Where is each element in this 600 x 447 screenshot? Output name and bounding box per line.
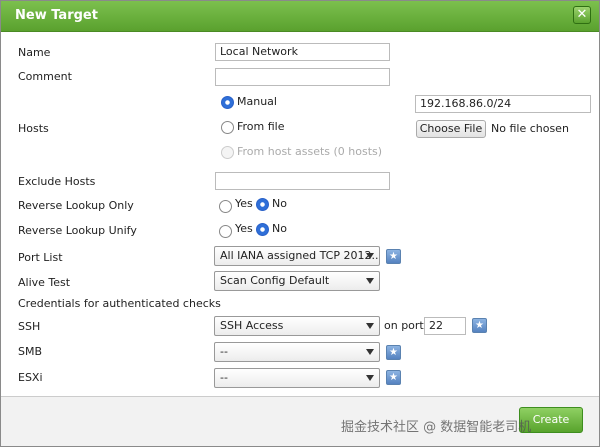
hosts-manual-label: Manual bbox=[237, 95, 277, 108]
smb-label: SMB bbox=[18, 345, 43, 358]
reverse-lookup-unify-yes-radio[interactable] bbox=[219, 225, 232, 238]
reverse-lookup-unify-no-label: No bbox=[272, 222, 287, 235]
ssh-credential-selected: SSH Access bbox=[220, 319, 284, 332]
new-target-dialog: New Target ✕ Name Local Network Comment … bbox=[0, 0, 600, 447]
alive-test-selected: Scan Config Default bbox=[220, 274, 330, 287]
chevron-down-icon bbox=[366, 278, 374, 284]
hosts-label: Hosts bbox=[18, 122, 49, 135]
new-smb-credential-icon[interactable]: ★ bbox=[386, 345, 401, 360]
alive-test-select[interactable]: Scan Config Default bbox=[214, 271, 380, 291]
ssh-on-port-label: on port bbox=[384, 319, 424, 332]
chevron-down-icon bbox=[366, 375, 374, 381]
comment-label: Comment bbox=[18, 70, 72, 83]
chevron-down-icon bbox=[366, 349, 374, 355]
reverse-lookup-only-label: Reverse Lookup Only bbox=[18, 199, 134, 212]
exclude-hosts-label: Exclude Hosts bbox=[18, 175, 96, 188]
reverse-lookup-only-yes-label: Yes bbox=[235, 197, 253, 210]
hosts-from-assets-label: From host assets (0 hosts) bbox=[237, 145, 383, 158]
smb-credential-select[interactable]: -- bbox=[214, 342, 380, 362]
hosts-manual-radio[interactable] bbox=[221, 96, 234, 109]
reverse-lookup-unify-no-radio[interactable] bbox=[256, 223, 269, 236]
dialog-title: New Target bbox=[15, 8, 98, 23]
chevron-down-icon bbox=[366, 253, 374, 259]
choose-file-button[interactable]: Choose File bbox=[416, 120, 486, 138]
reverse-lookup-only-no-radio[interactable] bbox=[256, 198, 269, 211]
chevron-down-icon bbox=[366, 323, 374, 329]
hosts-from-file-radio[interactable] bbox=[221, 121, 234, 134]
new-esxi-credential-icon[interactable]: ★ bbox=[386, 370, 401, 385]
no-file-chosen-text: No file chosen bbox=[491, 122, 569, 135]
hosts-from-assets-radio bbox=[221, 146, 234, 159]
watermark-text: 掘金技术社区 @ 数据智能老司机 bbox=[341, 420, 532, 435]
port-list-select[interactable]: All IANA assigned TCP 2012... bbox=[214, 246, 380, 266]
smb-credential-selected: -- bbox=[220, 345, 228, 358]
port-list-selected: All IANA assigned TCP 2012... bbox=[220, 249, 380, 262]
reverse-lookup-only-no-label: No bbox=[272, 197, 287, 210]
new-ssh-credential-icon[interactable]: ★ bbox=[472, 318, 487, 333]
ssh-port-input[interactable]: 22 bbox=[424, 317, 466, 335]
hosts-from-file-label: From file bbox=[237, 120, 285, 133]
name-input[interactable]: Local Network bbox=[215, 43, 390, 61]
comment-input[interactable] bbox=[215, 68, 390, 86]
ssh-label: SSH bbox=[18, 320, 41, 333]
reverse-lookup-unify-label: Reverse Lookup Unify bbox=[18, 224, 137, 237]
esxi-credential-select[interactable]: -- bbox=[214, 368, 380, 388]
reverse-lookup-only-yes-radio[interactable] bbox=[219, 200, 232, 213]
close-icon[interactable]: ✕ bbox=[573, 6, 591, 24]
hosts-manual-input[interactable]: 192.168.86.0/24 bbox=[415, 95, 591, 113]
dialog-titlebar: New Target ✕ bbox=[1, 1, 599, 32]
exclude-hosts-input[interactable] bbox=[215, 172, 390, 190]
name-label: Name bbox=[18, 46, 51, 59]
credentials-heading: Credentials for authenticated checks bbox=[18, 297, 221, 310]
port-list-label: Port List bbox=[18, 251, 63, 264]
new-port-list-icon[interactable]: ★ bbox=[386, 249, 401, 264]
reverse-lookup-unify-yes-label: Yes bbox=[235, 222, 253, 235]
ssh-credential-select[interactable]: SSH Access bbox=[214, 316, 380, 336]
esxi-label: ESXi bbox=[18, 371, 43, 384]
esxi-credential-selected: -- bbox=[220, 371, 228, 384]
alive-test-label: Alive Test bbox=[18, 276, 71, 289]
